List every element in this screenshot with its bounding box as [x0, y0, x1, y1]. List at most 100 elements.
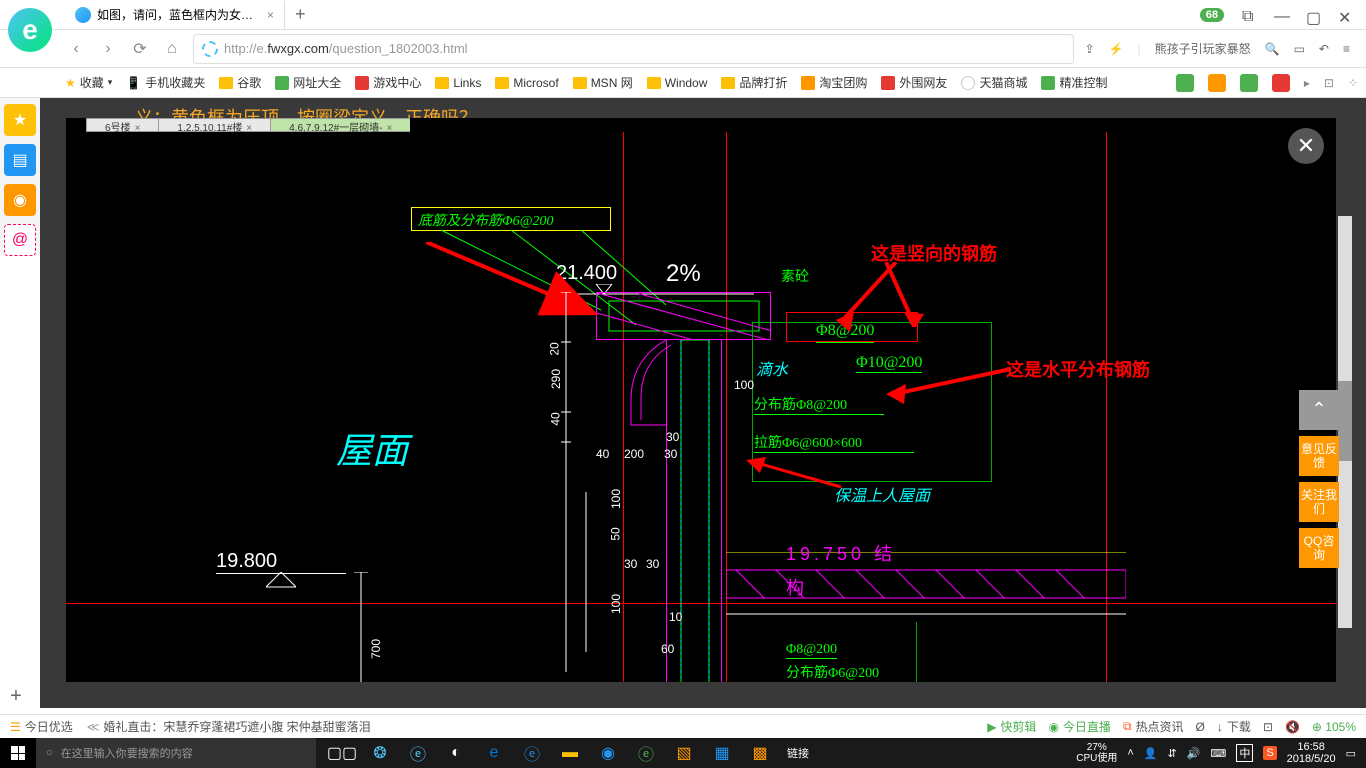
bm-mobile[interactable]: 📱手机收藏夹 [126, 74, 205, 91]
tb-app-5[interactable]: ▦ [704, 738, 740, 768]
address-bar[interactable]: http://e.fwxgx.com/question_1802003.html [193, 34, 1074, 64]
tray-keyboard-icon[interactable]: ⌨ [1210, 747, 1226, 760]
bm-label: 谷歌 [237, 74, 261, 91]
sidebar-favorites[interactable]: ★ [4, 104, 36, 136]
ext-dropdown[interactable]: ▸ [1304, 76, 1310, 90]
sidebar-add[interactable]: + [0, 680, 32, 712]
promo-clip[interactable]: ▶ 快剪辑 [987, 718, 1036, 735]
feedback-button[interactable]: 意见反馈 [1299, 436, 1339, 476]
tb-edge-icon[interactable]: e [476, 738, 512, 768]
promo-download[interactable]: ↓ 下载 [1217, 718, 1251, 735]
drip-detail [626, 340, 706, 430]
tb-app-1[interactable]: ❂ [362, 738, 398, 768]
tb-app-6[interactable]: ▩ [742, 738, 778, 768]
search-icon[interactable]: 🔍 [1265, 42, 1280, 56]
bm-ms[interactable]: Microsof [495, 76, 558, 90]
tray-sogou-icon[interactable]: S [1263, 746, 1276, 760]
undo-icon[interactable]: ↶ [1319, 42, 1329, 56]
start-button[interactable] [0, 738, 36, 768]
ext-icon-2[interactable] [1208, 74, 1226, 92]
cad-tab-1[interactable]: 6号楼× [86, 118, 158, 132]
tb-app-3[interactable]: ◐ [438, 738, 474, 768]
tray-network-icon[interactable]: ⇵ [1168, 747, 1177, 760]
url-text: http://e.fwxgx.com/question_1802003.html [224, 41, 468, 56]
tb-app-4[interactable]: ◉ [590, 738, 626, 768]
ext-apps-icon[interactable]: ⁘ [1348, 76, 1358, 90]
ext-scan-icon[interactable]: ⊡ [1324, 76, 1334, 90]
promo-news[interactable]: ≪婚礼直击：宋慧乔穿蓬裙巧遮小腹 宋仲基甜蜜落泪 [87, 718, 371, 735]
speed-badge[interactable]: 68 [1200, 8, 1224, 22]
close-button[interactable]: ✕ [1338, 8, 1352, 22]
bm-jingzhun[interactable]: 精准控制 [1041, 74, 1107, 91]
scroll-top-button[interactable]: ⌃ [1299, 390, 1339, 430]
follow-button[interactable]: 关注我们 [1299, 482, 1339, 522]
browser-tab[interactable]: 如图，请问，蓝色框内为女儿墙 × [65, 1, 285, 29]
tray-volume-icon[interactable]: 🔊 [1187, 747, 1201, 760]
bm-tmall[interactable]: 天猫商城 [961, 74, 1027, 91]
menu-icon[interactable]: ≡ [1343, 42, 1350, 56]
promo-block[interactable]: Ø [1196, 720, 1205, 734]
ext-icon-4[interactable] [1272, 74, 1290, 92]
tray-ime-icon[interactable]: 中 [1236, 744, 1253, 762]
cad-tab-2[interactable]: 1.2.5.10.11#楼× [158, 118, 270, 132]
speed-icon[interactable]: ⚡ [1109, 42, 1124, 56]
promo-hot[interactable]: ⧉热点资讯 [1123, 718, 1184, 735]
qq-button[interactable]: QQ咨询 [1299, 528, 1339, 568]
cpu-meter[interactable]: 27%CPU使用 [1076, 742, 1117, 764]
sidebar-weibo[interactable]: ◉ [4, 184, 36, 216]
screenshot-icon[interactable]: ⧉ [1242, 8, 1256, 22]
sidebar-at[interactable]: @ [4, 224, 36, 256]
image-viewer-close[interactable]: ✕ [1288, 128, 1324, 164]
scrollbar-vertical[interactable] [1338, 216, 1352, 628]
sidebar-news[interactable]: ▤ [4, 144, 36, 176]
bm-games[interactable]: 游戏中心 [355, 74, 421, 91]
tb-link-label[interactable]: 链接 [780, 738, 816, 768]
reader-icon[interactable]: ▭ [1294, 42, 1305, 56]
gou-char: 构 [786, 574, 842, 600]
promo-mute-icon[interactable]: 🔇 [1285, 720, 1300, 734]
cpu-pct: 27% [1076, 742, 1117, 753]
ext-icon-3[interactable] [1240, 74, 1258, 92]
ext-icon-1[interactable] [1176, 74, 1194, 92]
bm-msn[interactable]: MSN 网 [573, 74, 633, 91]
browser-logo[interactable]: e [0, 0, 60, 60]
bm-sites[interactable]: 网址大全 [275, 74, 341, 91]
task-view-icon[interactable]: ▢▢ [324, 738, 360, 768]
tb-360-icon[interactable]: ⓔ [628, 738, 664, 768]
bm-window[interactable]: Window [647, 76, 708, 90]
bm-taobao[interactable]: 淘宝团购 [801, 74, 867, 91]
promo-today[interactable]: ☰今日优选 [10, 718, 73, 735]
url-path: /question_1802003.html [329, 41, 468, 56]
quick-link[interactable]: 熊孩子引玩家暴怒 [1155, 40, 1251, 57]
bm-brand[interactable]: 品牌打折 [721, 74, 787, 91]
home-button[interactable]: ⌂ [161, 38, 183, 60]
tb-note-icon[interactable]: ▧ [666, 738, 702, 768]
clock[interactable]: 16:582018/5/20 [1287, 741, 1336, 765]
dishui-label: 滴水 [756, 356, 788, 380]
tray-people-icon[interactable]: 👤 [1144, 747, 1158, 760]
cad-canvas[interactable]: 底筋及分布筋Φ6@200 21.400 2% 素砼 [66, 132, 1336, 682]
tb-app-2[interactable]: ⓔ [400, 738, 436, 768]
share-icon[interactable]: ⇪ [1084, 42, 1094, 56]
favorites-button[interactable]: ★收藏▾ [65, 74, 112, 91]
taskbar-search[interactable]: ○在这里输入你要搜索的内容 [36, 738, 316, 768]
promo-pip[interactable]: ⊡ [1263, 720, 1273, 734]
new-tab-button[interactable]: + [285, 4, 316, 25]
reload-button[interactable]: ⟳ [129, 38, 151, 60]
bm-google[interactable]: 谷歌 [219, 74, 261, 91]
tray-up-icon[interactable]: ˄ [1127, 747, 1133, 759]
notifications-icon[interactable]: ▭ [1346, 747, 1356, 760]
forward-button[interactable]: › [97, 38, 119, 60]
tab-close-icon[interactable]: × [267, 8, 274, 22]
maximize-button[interactable]: ▢ [1306, 8, 1320, 22]
tb-folder-icon[interactable]: ▬ [552, 738, 588, 768]
minimize-button[interactable]: — [1274, 8, 1288, 22]
promo-live[interactable]: ◉ 今日直播 [1048, 718, 1111, 735]
tb-ie-icon[interactable]: ⓔ [514, 738, 550, 768]
zoom-level[interactable]: ⊕ 105% [1312, 720, 1356, 734]
back-button[interactable]: ‹ [65, 38, 87, 60]
cad-tab-3[interactable]: 4.6.7.9.12#一层砌墙-× [270, 118, 410, 132]
bm-waiguo[interactable]: 外围网友 [881, 74, 947, 91]
scrollbar-thumb[interactable] [1338, 381, 1352, 461]
bm-links[interactable]: Links [435, 76, 481, 90]
